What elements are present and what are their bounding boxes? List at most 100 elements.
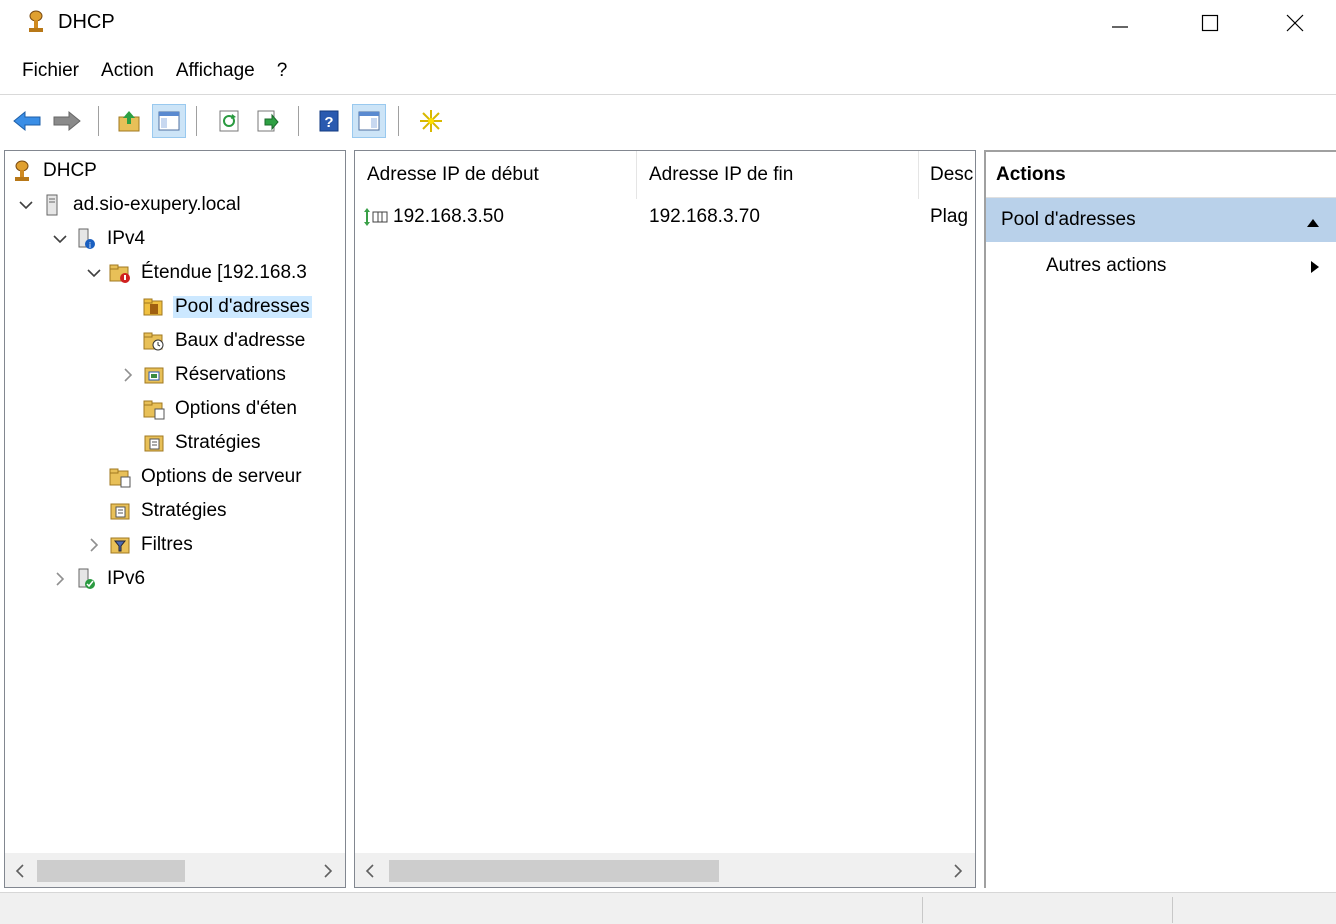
status-bar <box>0 892 1336 924</box>
tree-item-ipv4[interactable]: i IPv4 <box>49 223 147 255</box>
tree-item-label: Stratégies <box>175 432 261 453</box>
start-ip-cell: 192.168.3.50 <box>393 206 504 227</box>
maximize-button[interactable] <box>1165 0 1255 46</box>
svg-text:?: ? <box>324 114 333 131</box>
actions-group-pool[interactable]: Pool d'adresses <box>986 198 1336 242</box>
scroll-left-icon[interactable] <box>355 854 385 887</box>
scroll-right-icon[interactable] <box>943 854 973 887</box>
action-other-actions[interactable]: Autres actions <box>986 248 1336 284</box>
menu-affichage[interactable]: Affichage <box>165 56 266 90</box>
tree-item-dhcp[interactable]: DHCP <box>11 155 99 187</box>
description-cell: Plag <box>930 206 969 227</box>
tree-item-reservations[interactable]: Réservations <box>117 359 288 391</box>
tree-item-label: Baux d'adresse <box>175 330 306 351</box>
action-pane-icon <box>358 111 380 131</box>
chevron-down-icon[interactable] <box>49 228 71 250</box>
help-button[interactable]: ? <box>312 104 346 138</box>
address-pool-icon <box>143 296 165 318</box>
tree-item-scope-options[interactable]: Options d'éten <box>117 393 299 425</box>
tree-item-label: Pool d'adresses <box>173 296 312 318</box>
show-tree-button[interactable] <box>152 104 186 138</box>
tree-item-label: Réservations <box>175 364 286 385</box>
scope-options-icon <box>143 398 165 420</box>
tree-item-scope-policies[interactable]: Stratégies <box>117 427 263 459</box>
tree-item-address-pool[interactable]: Pool d'adresses <box>117 291 312 323</box>
tree-item-label: Étendue [192.168.3 <box>141 262 307 283</box>
folder-up-icon <box>118 111 140 132</box>
status-separator <box>1172 897 1173 923</box>
scroll-right-icon[interactable] <box>313 854 343 887</box>
refresh-button[interactable] <box>212 104 246 138</box>
export-list-icon <box>257 110 279 132</box>
actions-header: Actions <box>986 152 1336 198</box>
toolbar-separator <box>98 106 99 136</box>
address-range-icon <box>363 207 389 227</box>
tree-item-ipv6[interactable]: IPv6 <box>49 563 147 595</box>
toolbar-separator <box>398 106 399 136</box>
tree-item-server[interactable]: ad.sio-exupery.local <box>15 189 243 221</box>
tree-item-label: ad.sio-exupery.local <box>73 194 241 215</box>
table-row[interactable]: 192.168.3.50 192.168.3.70 Plag <box>355 201 975 233</box>
action-other-actions-label: Autres actions <box>1046 255 1167 276</box>
server-icon <box>41 194 63 216</box>
forward-button[interactable] <box>50 104 84 138</box>
status-separator <box>922 897 923 923</box>
up-level-button[interactable] <box>112 104 146 138</box>
console-tree[interactable]: DHCP ad.sio-exupery.local i IPv4 Étendue [19… <box>4 150 346 888</box>
tree-item-policies[interactable]: Stratégies <box>83 495 229 527</box>
tree-item-label: IPv4 <box>107 228 146 249</box>
tree-item-server-options[interactable]: Options de serveur <box>83 461 304 493</box>
minimize-button[interactable] <box>1075 0 1165 46</box>
chevron-right-icon[interactable] <box>49 568 71 590</box>
lease-icon <box>143 330 165 352</box>
chevron-right-icon[interactable] <box>117 364 139 386</box>
column-header-end-ip[interactable]: Adresse IP de fin <box>637 151 919 199</box>
chevron-right-icon[interactable] <box>83 534 105 556</box>
tree-item-filters[interactable]: Filtres <box>83 529 195 561</box>
back-arrow-icon <box>13 110 41 132</box>
submenu-arrow-icon <box>1310 258 1320 280</box>
menu-bar: Fichier Action Affichage ? <box>0 56 298 90</box>
policy-icon <box>109 500 131 522</box>
scroll-thumb[interactable] <box>389 860 719 882</box>
toolbar: ? <box>0 98 1336 142</box>
menu-help[interactable]: ? <box>266 56 299 90</box>
reservation-icon <box>143 364 165 386</box>
tree-item-label: Stratégies <box>141 500 227 521</box>
tree-horizontal-scrollbar[interactable] <box>5 853 345 887</box>
tree-item-label: Options d'éten <box>175 398 297 419</box>
svg-text:i: i <box>89 241 91 250</box>
show-action-pane-button[interactable] <box>352 104 386 138</box>
tree-item-scope[interactable]: Étendue [192.168.3 <box>83 257 309 289</box>
column-header-start-ip[interactable]: Adresse IP de début <box>355 151 637 199</box>
list-horizontal-scrollbar[interactable] <box>355 853 975 887</box>
tree-item-label: Filtres <box>141 534 193 555</box>
scroll-thumb[interactable] <box>37 860 185 882</box>
dhcp-icon <box>11 160 33 182</box>
title-bar: DHCP <box>0 0 1336 52</box>
new-button[interactable] <box>414 104 448 138</box>
console-tree-icon <box>158 111 180 131</box>
chevron-down-icon[interactable] <box>15 194 37 216</box>
dhcp-app-icon <box>24 10 48 34</box>
back-button[interactable] <box>10 104 44 138</box>
tree-item-address-leases[interactable]: Baux d'adresse <box>117 325 307 357</box>
scroll-left-icon[interactable] <box>5 854 35 887</box>
help-icon: ? <box>319 110 339 132</box>
column-header-description[interactable]: Desc <box>919 151 975 199</box>
chevron-down-icon[interactable] <box>83 262 105 284</box>
menu-action[interactable]: Action <box>90 56 165 90</box>
result-list[interactable]: Adresse IP de début Adresse IP de fin De… <box>354 150 976 888</box>
scope-icon <box>109 262 131 284</box>
export-button[interactable] <box>250 104 284 138</box>
close-button[interactable] <box>1250 0 1336 46</box>
tree-item-label: Options de serveur <box>141 466 302 487</box>
collapse-up-icon[interactable] <box>1306 212 1320 234</box>
menu-fichier[interactable]: Fichier <box>0 56 90 90</box>
server-options-icon <box>109 466 131 488</box>
